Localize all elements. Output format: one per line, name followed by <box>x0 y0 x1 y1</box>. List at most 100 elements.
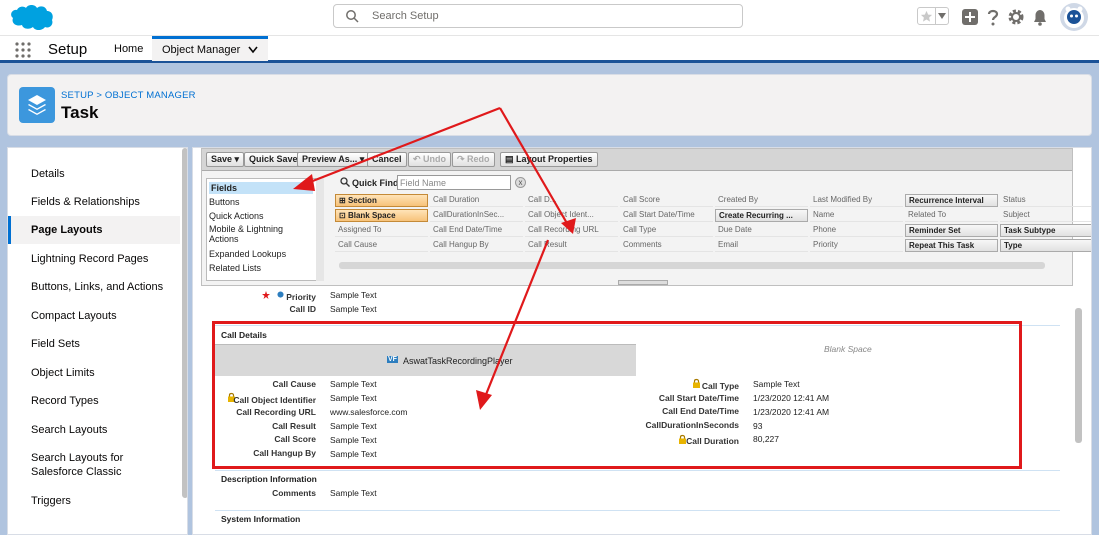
sidebar-item-triggers[interactable]: Triggers <box>8 494 180 508</box>
palette-field[interactable]: Call Duration <box>430 194 523 207</box>
sidebar-item-details[interactable]: Details <box>8 167 180 181</box>
favorites-button[interactable] <box>917 7 949 25</box>
section-divider <box>215 470 1060 471</box>
tab-home[interactable]: Home <box>105 36 152 61</box>
field-value-comments: Sample Text <box>330 488 377 498</box>
section-title-description-information[interactable]: Description Information <box>221 474 317 484</box>
palette-field[interactable]: Subject <box>1000 209 1091 222</box>
app-launcher-icon[interactable] <box>15 42 31 58</box>
palette-field[interactable]: Last Modified By <box>810 194 903 207</box>
palette-category-buttons[interactable]: Buttons <box>209 197 313 207</box>
category-scrollbar[interactable] <box>316 178 324 281</box>
salesforce-logo-icon[interactable] <box>8 3 54 31</box>
search-setup-input[interactable]: Search Setup <box>333 4 743 28</box>
section-title-system-information[interactable]: System Information <box>221 514 300 524</box>
palette-field[interactable]: Email <box>715 239 808 252</box>
palette-field[interactable]: Name <box>810 209 903 222</box>
palette-resize-handle[interactable] <box>618 280 668 285</box>
redo-label: Redo <box>467 154 490 164</box>
global-header: Search Setup <box>0 0 1099 35</box>
palette-category-related-lists[interactable]: Related Lists <box>209 263 313 273</box>
clear-search-icon[interactable]: x <box>515 177 526 188</box>
palette-category-quick-actions[interactable]: Quick Actions <box>209 211 313 221</box>
sidebar-item-record-types[interactable]: Record Types <box>8 394 180 408</box>
user-avatar[interactable] <box>1060 3 1088 31</box>
save-button[interactable]: Save ▾ <box>206 152 245 167</box>
palette-category-mobile-lightning-actions[interactable]: Mobile & Lightning Actions <box>209 224 289 244</box>
palette-field-blank-space[interactable]: ⊡ Blank Space <box>335 209 428 222</box>
palette-field[interactable]: Created By <box>715 194 808 207</box>
palette-category-list: Fields Buttons Quick Actions Mobile & Li… <box>206 178 318 281</box>
sidebar-item-search-layouts[interactable]: Search Layouts <box>8 423 180 437</box>
palette-field[interactable]: Due Date <box>715 224 808 237</box>
search-icon <box>346 10 359 23</box>
object-page-header: SETUP > OBJECT MANAGER Task <box>7 74 1092 136</box>
section-divider <box>215 510 1060 511</box>
palette-field-used[interactable]: Create Recurring ... <box>715 209 808 222</box>
palette-field-used[interactable]: Type <box>1000 239 1091 252</box>
palette-field[interactable]: Related To <box>905 209 998 222</box>
app-name: Setup <box>48 41 88 58</box>
cancel-button[interactable]: Cancel <box>367 152 407 167</box>
redo-button[interactable]: ↷ Redo <box>452 152 495 167</box>
preview-as-button[interactable]: Preview As... ▾ <box>297 152 370 167</box>
palette-field[interactable]: Call D... <box>525 194 618 207</box>
palette-field-label: Blank Space <box>347 211 396 220</box>
palette-field[interactable]: Call Type <box>620 224 713 237</box>
app-nav-bar: Setup Home Object Manager <box>0 35 1099 63</box>
sidebar-item-search-layouts-classic[interactable]: Search Layouts for Salesforce Classic <box>8 451 128 479</box>
palette-field[interactable]: Call Start Date/Time <box>620 209 713 222</box>
chevron-down-icon <box>938 13 946 19</box>
palette-field[interactable]: Call Result <box>525 239 618 252</box>
sidebar-item-page-layouts[interactable]: Page Layouts <box>8 216 180 244</box>
gear-icon[interactable] <box>1006 7 1026 27</box>
palette-field[interactable]: Phone <box>810 224 903 237</box>
layout-properties-button[interactable]: ▤ Layout Properties <box>500 152 598 167</box>
sidebar-item-object-limits[interactable]: Object Limits <box>8 366 180 380</box>
sidebar-item-lightning-record-pages[interactable]: Lightning Record Pages <box>8 252 180 266</box>
palette-field[interactable]: Call Score <box>620 194 713 207</box>
palette-category-expanded-lookups[interactable]: Expanded Lookups <box>209 249 313 259</box>
palette-field-used[interactable]: Reminder Set <box>905 224 998 237</box>
sidebar-item-buttons-links-actions[interactable]: Buttons, Links, and Actions <box>8 280 180 294</box>
palette-field-used[interactable]: Task Subtype <box>1000 224 1091 237</box>
object-manager-sidebar: Details Fields & Relationships Page Layo… <box>7 147 188 535</box>
palette-field-label: Section <box>347 196 377 205</box>
undo-button[interactable]: ↶ Undo <box>408 152 452 167</box>
notifications-bell-icon[interactable] <box>1030 7 1050 27</box>
palette-field[interactable]: Assigned To <box>335 224 428 237</box>
undo-label: Undo <box>423 154 447 164</box>
page-title: Task <box>61 103 99 122</box>
object-layers-icon <box>19 87 55 123</box>
breadcrumb[interactable]: SETUP > OBJECT MANAGER <box>61 90 196 101</box>
sidebar-item-fields-relationships[interactable]: Fields & Relationships <box>8 195 180 209</box>
astro-avatar-icon <box>1064 6 1084 28</box>
field-label-priority: Priority <box>286 292 316 302</box>
global-add-icon[interactable] <box>960 7 980 27</box>
palette-field[interactable]: Call Recording URL <box>525 224 618 237</box>
palette-field[interactable]: Call Hangup By <box>430 239 523 252</box>
chevron-down-icon[interactable] <box>248 46 258 54</box>
palette-field[interactable]: CallDurationInSec... <box>430 209 523 222</box>
palette-horizontal-scrollbar[interactable] <box>339 262 1045 269</box>
palette-category-fields[interactable]: Fields <box>209 182 313 194</box>
palette-field[interactable]: Status <box>1000 194 1091 207</box>
tab-object-manager[interactable]: Object Manager <box>152 36 268 61</box>
palette-field[interactable]: Call Cause <box>335 239 428 252</box>
palette-field-used[interactable]: Repeat This Task <box>905 239 998 252</box>
sidebar-item-compact-layouts[interactable]: Compact Layouts <box>8 309 180 323</box>
palette-field[interactable]: Priority <box>810 239 903 252</box>
sidebar-scrollbar[interactable] <box>182 148 187 498</box>
quick-save-button[interactable]: Quick Save <box>244 152 303 167</box>
field-label-comments: Comments <box>272 488 316 498</box>
palette-field[interactable]: Call Object Ident... <box>525 209 618 222</box>
palette-field[interactable]: Comments <box>620 239 713 252</box>
quick-find-input[interactable]: Field Name <box>397 175 511 190</box>
palette-field[interactable]: Call End Date/Time <box>430 224 523 237</box>
palette-field-section[interactable]: ⊞ Section <box>335 194 428 207</box>
sidebar-item-field-sets[interactable]: Field Sets <box>8 337 180 351</box>
main-scrollbar[interactable] <box>1075 308 1082 443</box>
help-icon[interactable] <box>983 7 1003 27</box>
palette-field-used[interactable]: Recurrence Interval <box>905 194 998 207</box>
search-icon <box>340 177 350 187</box>
